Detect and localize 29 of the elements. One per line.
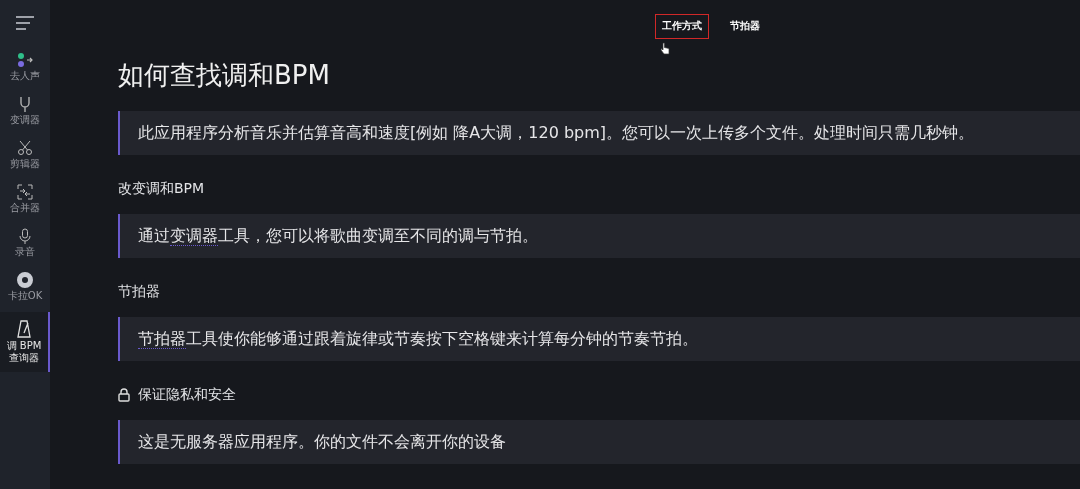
info-text: 通过变调器工具，您可以将歌曲变调至不同的调与节拍。 — [138, 225, 538, 247]
info-text: 此应用程序分析音乐并估算音高和速度[例如 降A大调，120 bpm]。您可以一次上传多个文件。处理时间只需几秒钟。 — [138, 122, 975, 144]
nav-tab[interactable]: 工作方式 — [655, 14, 709, 39]
info-text: 这是无服务器应用程序。你的文件不会离开你的设备 — [138, 431, 506, 453]
sidebar-item[interactable]: 调 BPM 查询器 — [0, 312, 50, 372]
lock-icon — [118, 388, 130, 402]
tuning-fork-icon — [19, 96, 31, 112]
sidebar-item[interactable]: 去人声 — [0, 48, 50, 86]
disc-icon — [17, 272, 33, 288]
sidebar-item[interactable]: 合并器 — [0, 180, 50, 218]
dots-icon — [17, 52, 33, 68]
sidebar-item[interactable]: 录音 — [0, 224, 50, 262]
hand-cursor-icon — [660, 42, 670, 55]
scissors-icon — [17, 140, 33, 156]
sidebar-item[interactable]: 变调器 — [0, 92, 50, 130]
sidebar-item[interactable]: 卡拉OK — [0, 268, 50, 306]
section-heading: 改变调和BPM — [118, 180, 205, 198]
nav-tab[interactable]: 节拍器 — [723, 14, 767, 39]
microphone-icon — [19, 228, 31, 244]
page-title: 如何查找调和BPM — [118, 59, 331, 92]
tool-link[interactable]: 变调器 — [170, 225, 218, 246]
section-heading: 保证隐私和安全 — [138, 386, 236, 404]
info-text: 节拍器工具使你能够通过跟着旋律或节奏按下空格键来计算每分钟的节奏节拍。 — [138, 328, 698, 350]
metronome-icon — [17, 320, 31, 338]
menu-icon[interactable] — [15, 16, 35, 30]
merge-icon — [17, 184, 33, 200]
section-heading: 节拍器 — [118, 283, 160, 301]
sidebar-item[interactable]: 剪辑器 — [0, 136, 50, 174]
tool-link[interactable]: 节拍器 — [138, 328, 186, 349]
